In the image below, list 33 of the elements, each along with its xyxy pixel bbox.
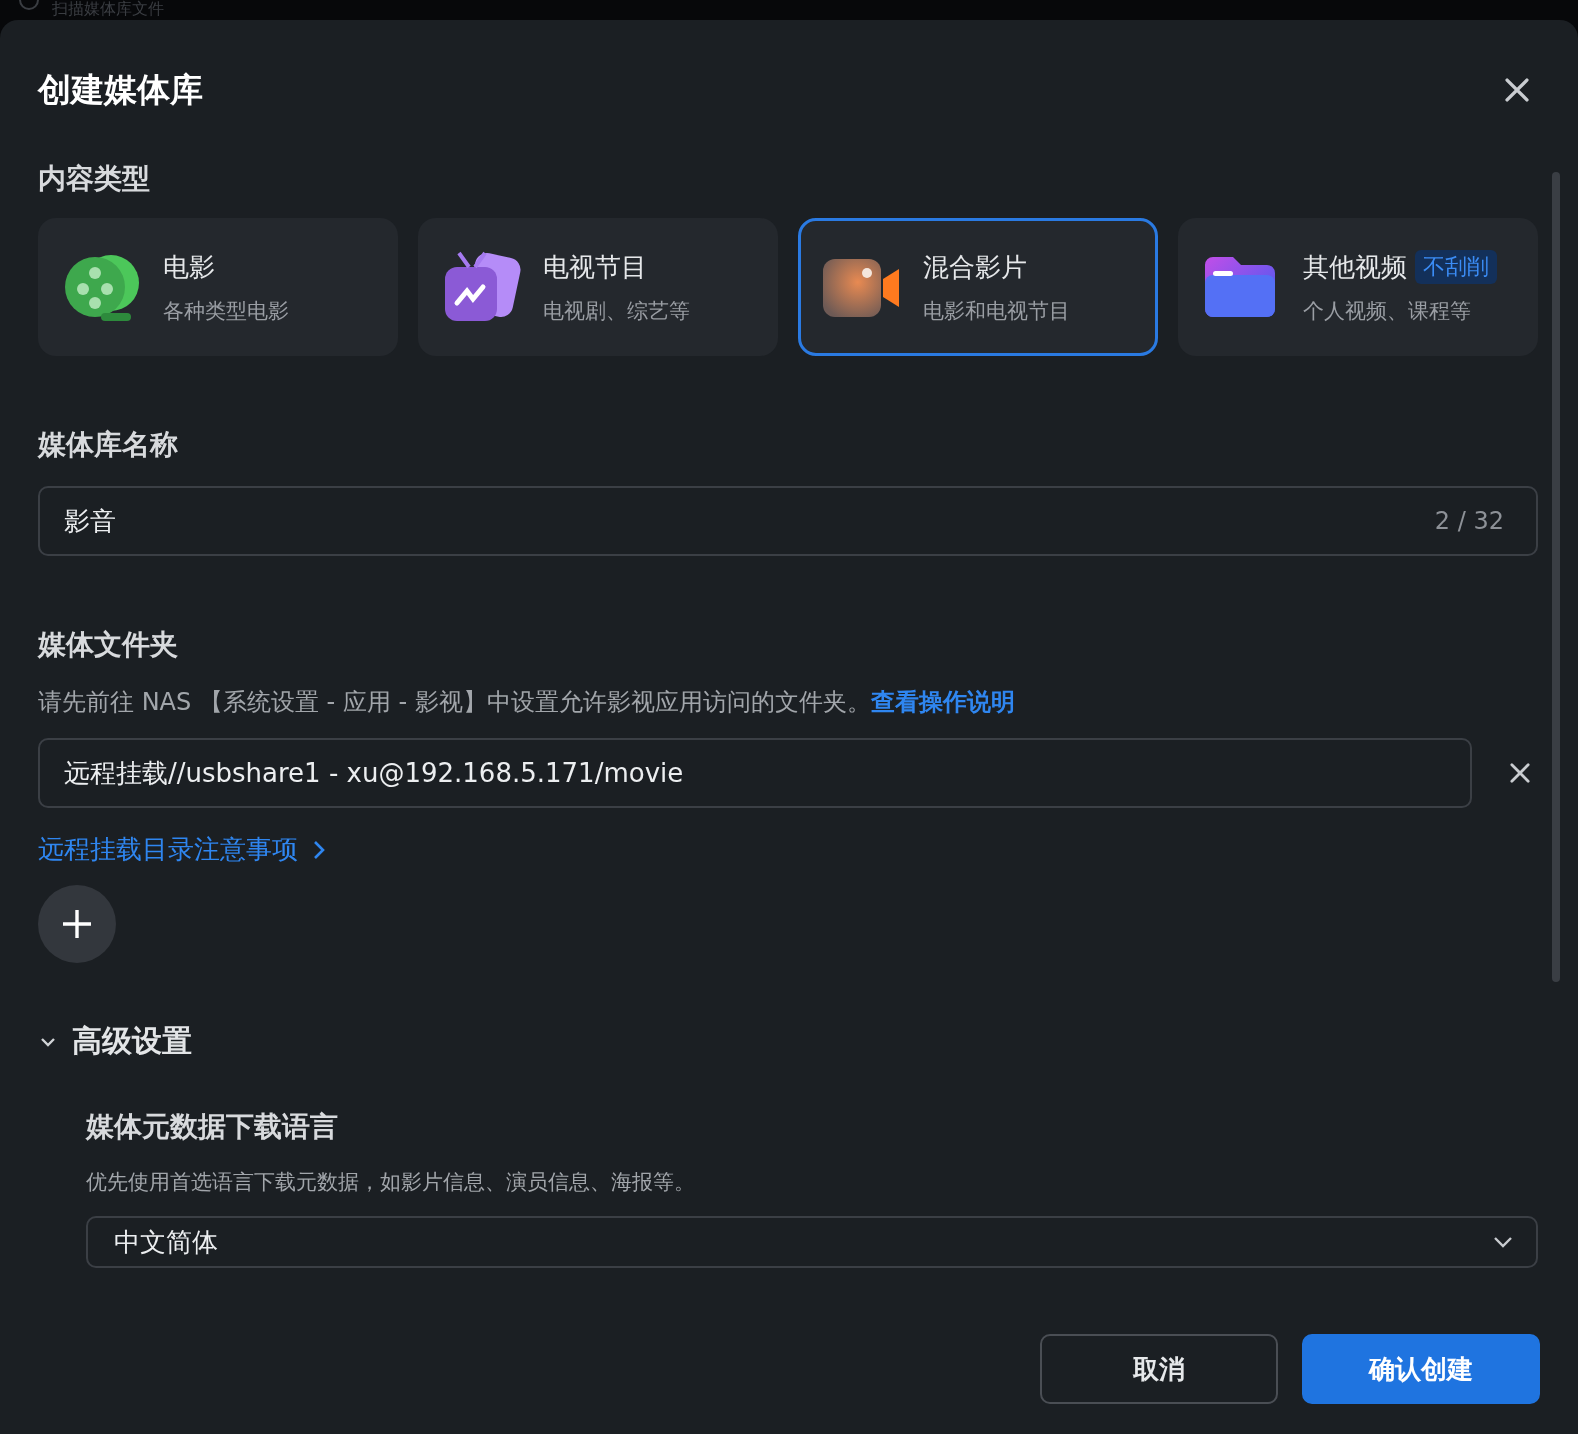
badge: 不刮削 (1415, 250, 1497, 284)
chevron-right-icon (312, 838, 326, 861)
cancel-button[interactable]: 取消 (1040, 1334, 1278, 1404)
setting-description: 优先使用首选语言下载元数据，如影片信息、演员信息、海报等。 (86, 1169, 696, 1196)
section-label: 媒体文件夹 (38, 627, 179, 663)
card-title: 其他视频 (1303, 250, 1407, 284)
card-title: 混合影片 (923, 250, 1027, 284)
dialog-title: 创建媒体库 (38, 68, 203, 111)
name-input-field[interactable]: 影音 2 / 32 (38, 486, 1538, 556)
card-title: 电视节目 (543, 250, 647, 284)
folder-path-field[interactable]: 远程挂载//usbshare1 - xu@192.168.5.171/movie (38, 738, 1472, 808)
advanced-settings-toggle[interactable]: 高级设置 (38, 1021, 1538, 1062)
content-type-card[interactable]: 混合影片 电影和电视节目 (798, 218, 1158, 356)
folder-description: 请先前往 NAS 【系统设置 - 应用 - 影视】中设置允许影视应用访问的文件夹。查看操作说明 (38, 687, 1016, 718)
remote-note-link[interactable]: 远程挂载目录注意事项 (38, 832, 1538, 867)
plus-icon (61, 908, 93, 940)
card-title: 电影 (163, 250, 215, 284)
card-subtitle: 各种类型电影 (163, 297, 289, 325)
character-counter: 2 / 32 (1434, 507, 1504, 535)
confirm-button[interactable]: 确认创建 (1302, 1334, 1540, 1404)
section-label: 内容类型 (38, 161, 151, 197)
card-subtitle: 个人视频、课程等 (1303, 297, 1472, 325)
setting-title: 媒体元数据下载语言 (86, 1109, 339, 1145)
chevron-down-icon (1492, 1235, 1514, 1249)
content-type-card[interactable]: 其他视频 不刮削 个人视频、课程等 (1178, 218, 1538, 356)
scrollbar[interactable] (1552, 172, 1560, 982)
content-type-card[interactable]: 电视节目 电视剧、综艺等 (418, 218, 778, 356)
language-select[interactable]: 中文简体 (86, 1216, 1538, 1268)
content-type-card[interactable]: 电影 各种类型电影 (38, 218, 398, 356)
help-link[interactable]: 查看操作说明 (870, 688, 1015, 716)
card-subtitle: 电视剧、综艺等 (543, 297, 690, 325)
section-label: 媒体库名称 (38, 427, 179, 463)
card-subtitle: 电影和电视节目 (923, 297, 1070, 325)
